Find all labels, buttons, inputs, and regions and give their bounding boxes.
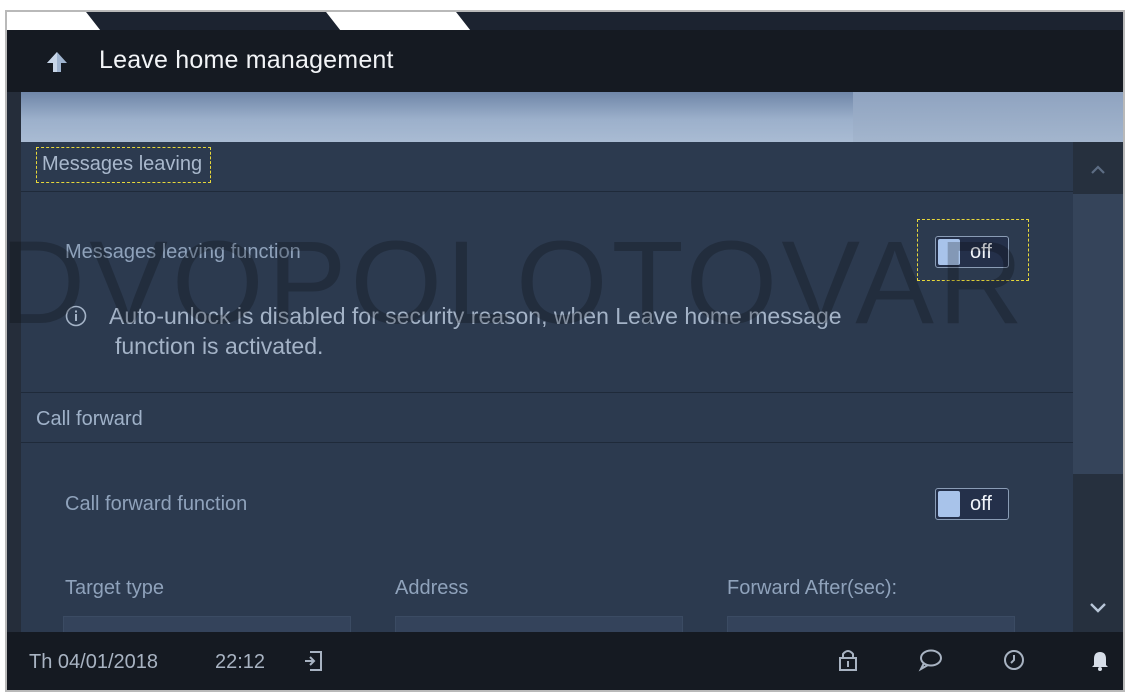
device-screen: Leave home management Messages leaving M… (5, 10, 1125, 692)
bell-icon[interactable] (1087, 647, 1113, 673)
address-label: Address (395, 577, 469, 599)
section-header-messages-leaving[interactable]: Messages leaving (21, 142, 1073, 192)
band-shade (853, 92, 1123, 142)
info-icon (65, 305, 87, 327)
message-icon[interactable] (917, 647, 943, 673)
address-field[interactable] (395, 616, 683, 632)
back-arrow-icon[interactable] (45, 50, 69, 74)
toggle-state: off (970, 241, 992, 263)
status-time: 22:12 (215, 651, 266, 673)
status-date: Th 04/01/2018 (29, 651, 158, 673)
page-title: Leave home management (99, 46, 394, 74)
messages-leaving-toggle[interactable]: off (935, 236, 1009, 268)
forward-after-field[interactable] (727, 616, 1015, 632)
call-forward-toggle[interactable]: off (935, 488, 1009, 520)
status-bar: Th 04/01/2018 22:12 (7, 632, 1123, 690)
messages-leaving-function-label: Messages leaving function (65, 241, 301, 263)
toggle-state: off (970, 493, 992, 515)
target-type-label: Target type (65, 577, 164, 599)
target-type-field[interactable] (63, 616, 351, 632)
leave-home-icon[interactable] (301, 648, 327, 674)
history-clock-icon[interactable] (1001, 647, 1027, 673)
call-forward-function-label: Call forward function (65, 493, 248, 515)
app-header: Leave home management (7, 30, 1123, 92)
scroll-thumb[interactable] (1073, 194, 1123, 474)
header-band (21, 92, 1123, 142)
section-title: Messages leaving (36, 147, 212, 183)
scroll-up-chevron-icon[interactable] (1073, 142, 1123, 194)
settings-panel: Messages leaving Messages leaving functi… (21, 142, 1073, 632)
info-text-line-1: Auto-unlock is disabled for security rea… (109, 303, 842, 329)
section-header-call-forward[interactable]: Call forward (21, 393, 1073, 443)
scroll-down-chevron-icon[interactable] (1073, 582, 1123, 632)
left-strip (7, 92, 21, 632)
info-text-line-2: function is activated. (115, 333, 324, 359)
forward-after-label: Forward After(sec): (727, 577, 898, 599)
toggle-knob (938, 239, 960, 265)
lock-icon[interactable] (835, 647, 861, 673)
scrollbar[interactable] (1073, 142, 1123, 632)
section-title: Call forward (36, 408, 143, 430)
toggle-knob (938, 491, 960, 517)
